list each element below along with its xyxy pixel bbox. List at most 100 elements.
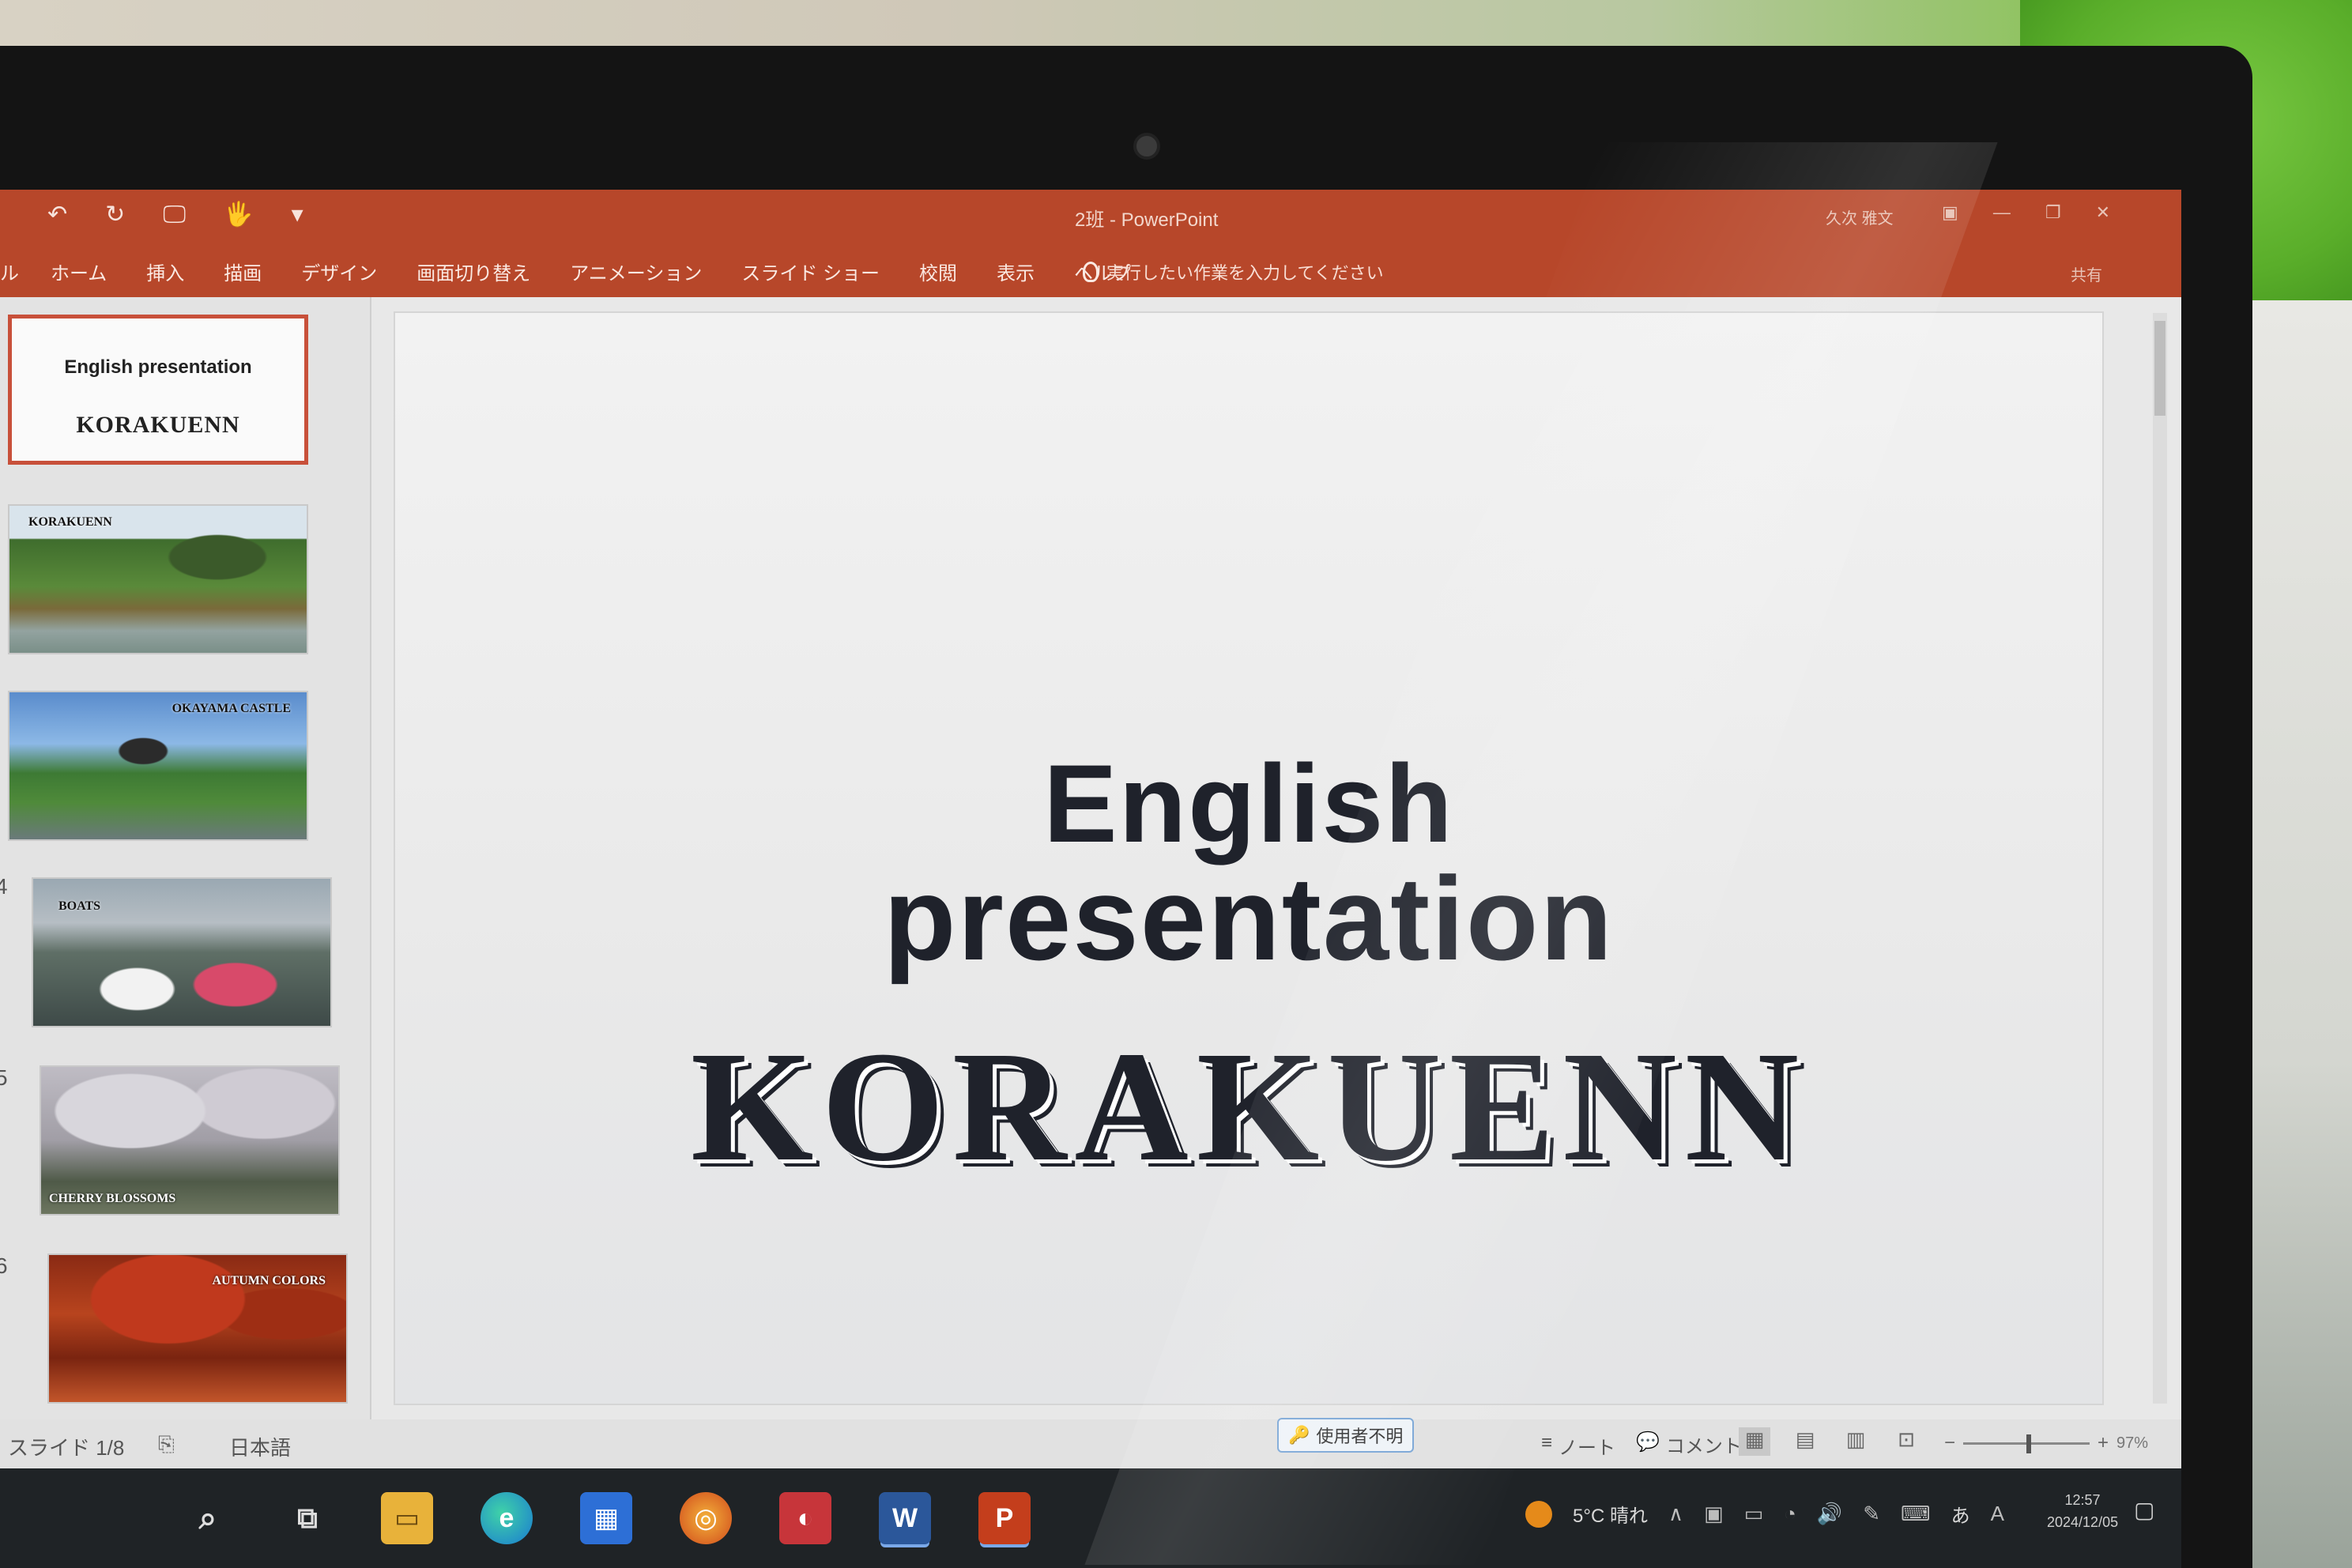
thumbnail-slide-3[interactable]: OKAYAMA CASTLE bbox=[8, 691, 308, 841]
close-icon[interactable]: ✕ bbox=[2096, 202, 2110, 223]
current-slide[interactable]: English presentation KORAKUENN bbox=[395, 313, 2102, 1404]
window-controls: ▣ — ❐ ✕ bbox=[1942, 202, 2110, 223]
thumbnail-caption: OKAYAMA CASTLE bbox=[172, 702, 291, 715]
thumbnail-caption: AUTUMN COLORS bbox=[212, 1274, 326, 1287]
restore-icon[interactable]: ❐ bbox=[2045, 202, 2061, 223]
tab-animations[interactable]: アニメーション bbox=[570, 258, 702, 285]
slide-sorter-icon[interactable]: ▤ bbox=[1789, 1427, 1821, 1456]
tab-slideshow[interactable]: スライド ショー bbox=[741, 258, 880, 285]
clock-date: 2024/12/05 bbox=[2047, 1514, 2119, 1530]
notes-button[interactable]: ≡ ノート bbox=[1541, 1432, 1615, 1460]
tab-file[interactable]: ル bbox=[0, 258, 19, 285]
zoom-in-icon[interactable]: + bbox=[2098, 1432, 2109, 1454]
slideshow-view-icon[interactable]: ⊡ bbox=[1890, 1427, 1922, 1456]
view-buttons: ▦ ▤ ▥ ⊡ bbox=[1739, 1427, 1922, 1456]
zoom-out-icon[interactable]: − bbox=[1944, 1432, 1955, 1454]
comment-icon: 💬 bbox=[1636, 1431, 1660, 1453]
slide-title-line-2[interactable]: presentation bbox=[395, 850, 2102, 987]
store-icon[interactable]: ▦ bbox=[580, 1492, 632, 1544]
slideshow-start-icon[interactable]: 🖵 bbox=[163, 202, 186, 228]
title-bar: ↶ ↻ 🖵 🖐 ▾ 2班 - PowerPoint 久次 雅文 ▣ — ❐ ✕ bbox=[0, 190, 2181, 243]
minimize-icon[interactable]: — bbox=[1993, 202, 2011, 223]
notification-icon[interactable]: ▢ bbox=[2134, 1497, 2154, 1523]
share-button[interactable]: 共有 bbox=[2071, 262, 2102, 285]
windows-taskbar: ⌕ ⧉ ▭ e ▦ ◎ ◐ W P 5°C 晴れ ∧ ▣ ▭ ◔ 🔊 ✎ ⌨ あ… bbox=[0, 1468, 2181, 1568]
ribbon-display-icon[interactable]: ▣ bbox=[1942, 202, 1958, 223]
thumbnail-caption: BOATS bbox=[58, 899, 101, 913]
file-explorer-icon[interactable]: ▭ bbox=[381, 1492, 433, 1544]
security-app-icon[interactable]: ◎ bbox=[680, 1492, 732, 1544]
tab-home[interactable]: ホーム bbox=[51, 258, 107, 285]
slide-counter: スライド 1/8 bbox=[8, 1436, 125, 1460]
zoom-percentage[interactable]: 97% bbox=[2116, 1434, 2148, 1453]
user-name[interactable]: 久次 雅文 bbox=[1826, 205, 1894, 228]
tell-me-search[interactable]: 実行したい作業を入力してください bbox=[1083, 259, 1384, 285]
redo-icon[interactable]: ↻ bbox=[105, 201, 125, 228]
slide-thumbnail-pane: English presentation KORAKUENN KORAKUENN… bbox=[0, 297, 371, 1447]
thumbnail-slide-5[interactable]: CHERRY BLOSSOMS bbox=[40, 1065, 340, 1216]
powerpoint-app-icon[interactable]: P bbox=[978, 1492, 1031, 1544]
slide-editor: English presentation KORAKUENN bbox=[371, 297, 2181, 1419]
search-icon[interactable]: ⌕ bbox=[182, 1492, 234, 1544]
app-red-icon[interactable]: ◐ bbox=[779, 1492, 831, 1544]
webcam bbox=[1133, 133, 1160, 160]
thumbnail-caption: KORAKUENN bbox=[28, 515, 112, 529]
ime-user-badge[interactable]: 🔑 使用者不明 bbox=[1277, 1418, 1415, 1453]
pen-icon[interactable]: ✎ bbox=[1863, 1502, 1880, 1526]
thumbnail-slide-6[interactable]: AUTUMN COLORS bbox=[47, 1253, 348, 1404]
vertical-scrollbar[interactable] bbox=[2153, 313, 2167, 1404]
tab-insert[interactable]: 挿入 bbox=[146, 258, 184, 285]
keyboard-icon[interactable]: ⌨ bbox=[1901, 1502, 1931, 1526]
key-icon: 🔑 bbox=[1288, 1425, 1310, 1445]
touch-mode-icon[interactable]: 🖐 bbox=[224, 201, 253, 228]
taskbar-clock[interactable]: 12:57 2024/12/05 bbox=[2047, 1489, 2118, 1533]
tab-draw[interactable]: 描画 bbox=[224, 258, 262, 285]
ime-user-text: 使用者不明 bbox=[1316, 1427, 1404, 1446]
document-title: 2班 - PowerPoint bbox=[1075, 209, 1219, 231]
accessibility-check-icon[interactable]: ⎘ bbox=[158, 1432, 175, 1457]
lightbulb-icon bbox=[1083, 262, 1099, 282]
thumbnail-caption: CHERRY BLOSSOMS bbox=[49, 1192, 176, 1205]
notes-label: ノート bbox=[1559, 1438, 1616, 1459]
clock-time: 12:57 bbox=[2064, 1492, 2101, 1508]
tell-me-placeholder: 実行したい作業を入力してください bbox=[1106, 263, 1384, 283]
battery-icon[interactable]: ▭ bbox=[1744, 1502, 1764, 1526]
wifi-icon[interactable]: ◔ bbox=[1784, 1502, 1796, 1526]
thumbnail-slide-1[interactable]: English presentation KORAKUENN bbox=[8, 315, 308, 465]
system-tray: 5°C 晴れ ∧ ▣ ▭ ◔ 🔊 ✎ ⌨ あ A bbox=[1525, 1500, 2004, 1528]
reading-view-icon[interactable]: ▥ bbox=[1840, 1427, 1871, 1456]
tab-transitions[interactable]: 画面切り替え bbox=[416, 258, 530, 285]
zoom-slider-knob[interactable] bbox=[2026, 1434, 2032, 1453]
thumbnail-slide-4[interactable]: BOATS bbox=[32, 877, 332, 1027]
tab-view[interactable]: 表示 bbox=[997, 258, 1035, 285]
ime-mode-indicator[interactable]: あ bbox=[1951, 1500, 1970, 1528]
task-view-icon[interactable]: ⧉ bbox=[281, 1492, 334, 1544]
thumbnail-logo: KORAKUENN bbox=[76, 412, 240, 438]
zoom-slider[interactable] bbox=[1963, 1434, 2090, 1453]
slide-title-line-1[interactable]: English bbox=[395, 740, 2102, 868]
laptop-screen: ↶ ↻ 🖵 🖐 ▾ 2班 - PowerPoint 久次 雅文 ▣ — ❐ ✕ … bbox=[0, 190, 2181, 1568]
tray-overflow-chevron-icon[interactable]: ∧ bbox=[1668, 1502, 1683, 1526]
normal-view-icon[interactable]: ▦ bbox=[1739, 1427, 1770, 1456]
notes-icon: ≡ bbox=[1541, 1432, 1553, 1453]
tab-design[interactable]: デザイン bbox=[301, 258, 377, 285]
tab-review[interactable]: 校閲 bbox=[919, 258, 957, 285]
weather-text[interactable]: 5°C 晴れ bbox=[1573, 1500, 1648, 1528]
undo-icon[interactable]: ↶ bbox=[47, 201, 67, 228]
comments-button[interactable]: 💬 コメント bbox=[1636, 1430, 1742, 1458]
ime-pad-icon[interactable]: A bbox=[1991, 1502, 2004, 1526]
word-app-icon[interactable]: W bbox=[879, 1492, 931, 1544]
scrollbar-thumb[interactable] bbox=[2154, 321, 2165, 416]
zoom-control: − + 97% bbox=[1944, 1432, 2148, 1454]
thumbnail-number: 4 bbox=[0, 874, 8, 899]
weather-sun-icon[interactable] bbox=[1525, 1500, 1552, 1528]
language-indicator[interactable]: 日本語 bbox=[229, 1432, 291, 1461]
customize-qat-icon[interactable]: ▾ bbox=[292, 201, 303, 228]
tray-app-icon[interactable]: ▣ bbox=[1704, 1502, 1724, 1526]
thumbnail-slide-2[interactable]: KORAKUENN bbox=[8, 504, 308, 654]
edge-browser-icon[interactable]: e bbox=[481, 1492, 533, 1544]
thumbnail-number: 6 bbox=[0, 1253, 8, 1278]
slide-logo-text[interactable]: KORAKUENN bbox=[395, 1016, 2102, 1197]
volume-icon[interactable]: 🔊 bbox=[1817, 1502, 1842, 1526]
comments-label: コメント bbox=[1665, 1436, 1742, 1457]
